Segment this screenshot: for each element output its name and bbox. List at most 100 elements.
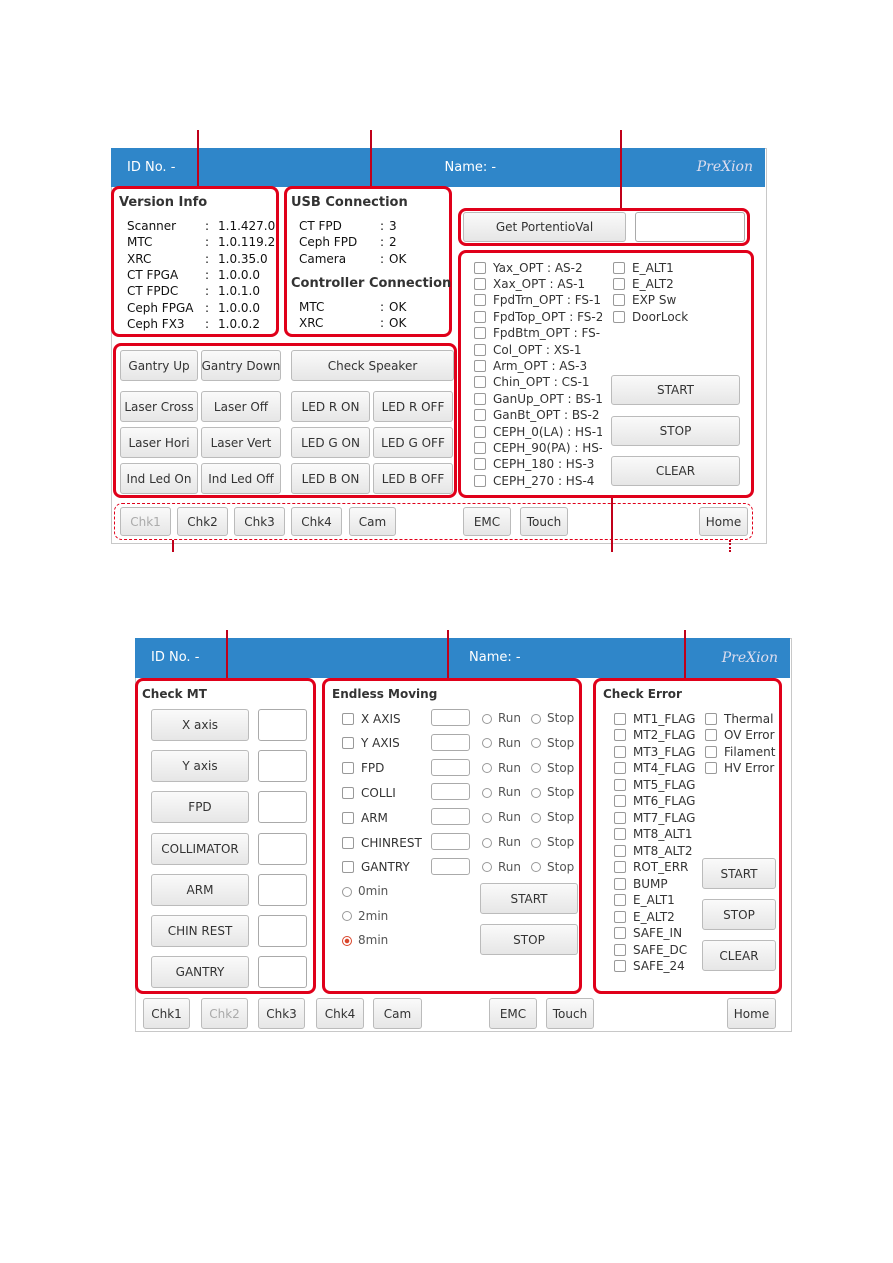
nav-touch-button[interactable]: Touch	[520, 507, 568, 536]
checkbox-icon[interactable]	[342, 737, 354, 750]
hw-button[interactable]: Laser Cross	[120, 391, 198, 422]
nav-chk4-button[interactable]: Chk4	[316, 998, 364, 1029]
axis-value-field[interactable]	[431, 833, 470, 850]
radio-icon[interactable]	[342, 886, 352, 897]
error-clear-button[interactable]: CLEAR	[702, 940, 776, 971]
axis-checkbox[interactable]: X AXIS	[342, 711, 427, 726]
checkbox-icon[interactable]	[474, 392, 486, 405]
mt-value-field[interactable]	[258, 915, 307, 947]
error-start-button[interactable]: START	[702, 858, 776, 889]
run-radio[interactable]: Run	[482, 835, 521, 849]
hw-button[interactable]: LED R OFF	[373, 391, 453, 422]
duration-radio[interactable]: 8min	[342, 933, 388, 947]
run-radio[interactable]: Run	[482, 785, 521, 799]
checkbox-icon[interactable]	[474, 261, 486, 274]
mt-value-field[interactable]	[258, 873, 307, 906]
portentio-value-field[interactable]	[635, 212, 745, 242]
error-checkbox[interactable]: Thermal	[705, 711, 780, 726]
stop-radio[interactable]: Stop	[531, 711, 574, 725]
sensor-checkbox[interactable]: DoorLock	[613, 309, 723, 324]
checkbox-icon[interactable]	[614, 778, 626, 791]
sensor-checkbox[interactable]: FpdBtm_OPT : FS-	[474, 326, 602, 341]
axis-value-field[interactable]	[431, 709, 470, 726]
error-stop-button[interactable]: STOP	[702, 899, 776, 930]
sensor-checkbox[interactable]: Yax_OPT : AS-2	[474, 260, 602, 275]
checkbox-icon[interactable]	[614, 877, 626, 890]
error-checkbox[interactable]: OV Error	[705, 728, 780, 743]
sensor-checkbox[interactable]: GanUp_OPT : BS-1	[474, 391, 602, 406]
checkbox-icon[interactable]	[474, 376, 486, 389]
checkbox-icon[interactable]	[705, 729, 717, 741]
radio-icon[interactable]	[482, 763, 492, 774]
error-checkbox[interactable]: MT7_FLAG	[614, 810, 704, 825]
axis-checkbox[interactable]: CHINREST	[342, 835, 427, 850]
checkbox-icon[interactable]	[614, 828, 626, 840]
checkbox-icon[interactable]	[474, 441, 486, 454]
checkbox-icon[interactable]	[614, 811, 626, 824]
mt-fpd-button[interactable]: FPD	[151, 791, 249, 824]
checkbox-icon[interactable]	[474, 474, 486, 487]
radio-icon[interactable]	[531, 713, 541, 724]
radio-icon[interactable]	[531, 763, 541, 774]
hw-button[interactable]: Laser Off	[201, 391, 281, 422]
error-checkbox[interactable]: MT6_FLAG	[614, 794, 704, 809]
mt-chin-rest-button[interactable]: CHIN REST	[151, 915, 249, 947]
hw-button[interactable]: LED G OFF	[373, 427, 453, 458]
checkbox-icon[interactable]	[342, 811, 354, 824]
nav-emc-button[interactable]: EMC	[463, 507, 511, 536]
axis-checkbox[interactable]: GANTRY	[342, 860, 427, 875]
endless-stop-button[interactable]: STOP	[480, 924, 578, 955]
gantry-down-button[interactable]: Gantry Down	[201, 350, 281, 381]
mt-x-axis-button[interactable]: X axis	[151, 709, 249, 741]
checkbox-icon[interactable]	[342, 836, 354, 849]
checkbox-icon[interactable]	[474, 327, 486, 340]
nav-home-button[interactable]: Home	[727, 998, 776, 1029]
hw-button[interactable]: LED B ON	[291, 463, 370, 494]
hw-button[interactable]: Laser Vert	[201, 427, 281, 458]
axis-value-field[interactable]	[431, 758, 470, 776]
check-speaker-button[interactable]: Check Speaker	[291, 350, 454, 381]
axis-value-field[interactable]	[431, 783, 470, 801]
sensor-checkbox[interactable]: CEPH_270 : HS-4	[474, 473, 602, 488]
stop-radio[interactable]: Stop	[531, 860, 574, 874]
axis-value-field[interactable]	[431, 733, 470, 751]
nav-emc-button[interactable]: EMC	[489, 998, 537, 1029]
stop-radio[interactable]: Stop	[531, 785, 574, 799]
nav-chk3-button[interactable]: Chk3	[234, 507, 285, 536]
clear-button[interactable]: CLEAR	[611, 456, 740, 486]
checkbox-icon[interactable]	[614, 894, 626, 906]
nav-chk1-button[interactable]: Chk1	[120, 507, 171, 536]
sensor-checkbox[interactable]: CEPH_180 : HS-3	[474, 457, 602, 472]
nav-cam-button[interactable]: Cam	[373, 998, 422, 1029]
radio-icon[interactable]	[342, 911, 352, 921]
stop-button[interactable]: STOP	[611, 415, 740, 446]
radio-icon[interactable]	[482, 738, 492, 749]
checkbox-icon[interactable]	[342, 861, 354, 874]
nav-cam-button[interactable]: Cam	[349, 507, 396, 536]
axis-checkbox[interactable]: ARM	[342, 810, 427, 825]
nav-chk3-button[interactable]: Chk3	[258, 998, 305, 1029]
nav-chk2-button[interactable]: Chk2	[201, 998, 248, 1029]
duration-radio[interactable]: 0min	[342, 884, 388, 898]
error-checkbox[interactable]: SAFE_DC	[614, 942, 704, 957]
sensor-checkbox[interactable]: CEPH_0(LA) : HS-1	[474, 424, 602, 439]
sensor-checkbox[interactable]: Chin_OPT : CS-1	[474, 375, 602, 390]
stop-radio[interactable]: Stop	[531, 736, 574, 750]
checkbox-icon[interactable]	[614, 927, 626, 939]
error-checkbox[interactable]: ROT_ERR	[614, 860, 704, 875]
sensor-checkbox[interactable]: E_ALT1	[613, 260, 723, 275]
radio-icon[interactable]	[342, 935, 352, 946]
checkbox-icon[interactable]	[474, 294, 486, 307]
checkbox-icon[interactable]	[474, 310, 486, 323]
sensor-checkbox[interactable]: Xax_OPT : AS-1	[474, 276, 602, 291]
radio-icon[interactable]	[482, 713, 492, 724]
checkbox-icon[interactable]	[614, 745, 626, 758]
mt-value-field[interactable]	[258, 791, 307, 824]
stop-radio[interactable]: Stop	[531, 761, 574, 775]
radio-icon[interactable]	[531, 837, 541, 848]
radio-icon[interactable]	[531, 738, 541, 749]
nav-chk2-button[interactable]: Chk2	[177, 507, 228, 536]
checkbox-icon[interactable]	[474, 343, 486, 356]
run-radio[interactable]: Run	[482, 761, 521, 775]
mt-y-axis-button[interactable]: Y axis	[151, 750, 249, 783]
